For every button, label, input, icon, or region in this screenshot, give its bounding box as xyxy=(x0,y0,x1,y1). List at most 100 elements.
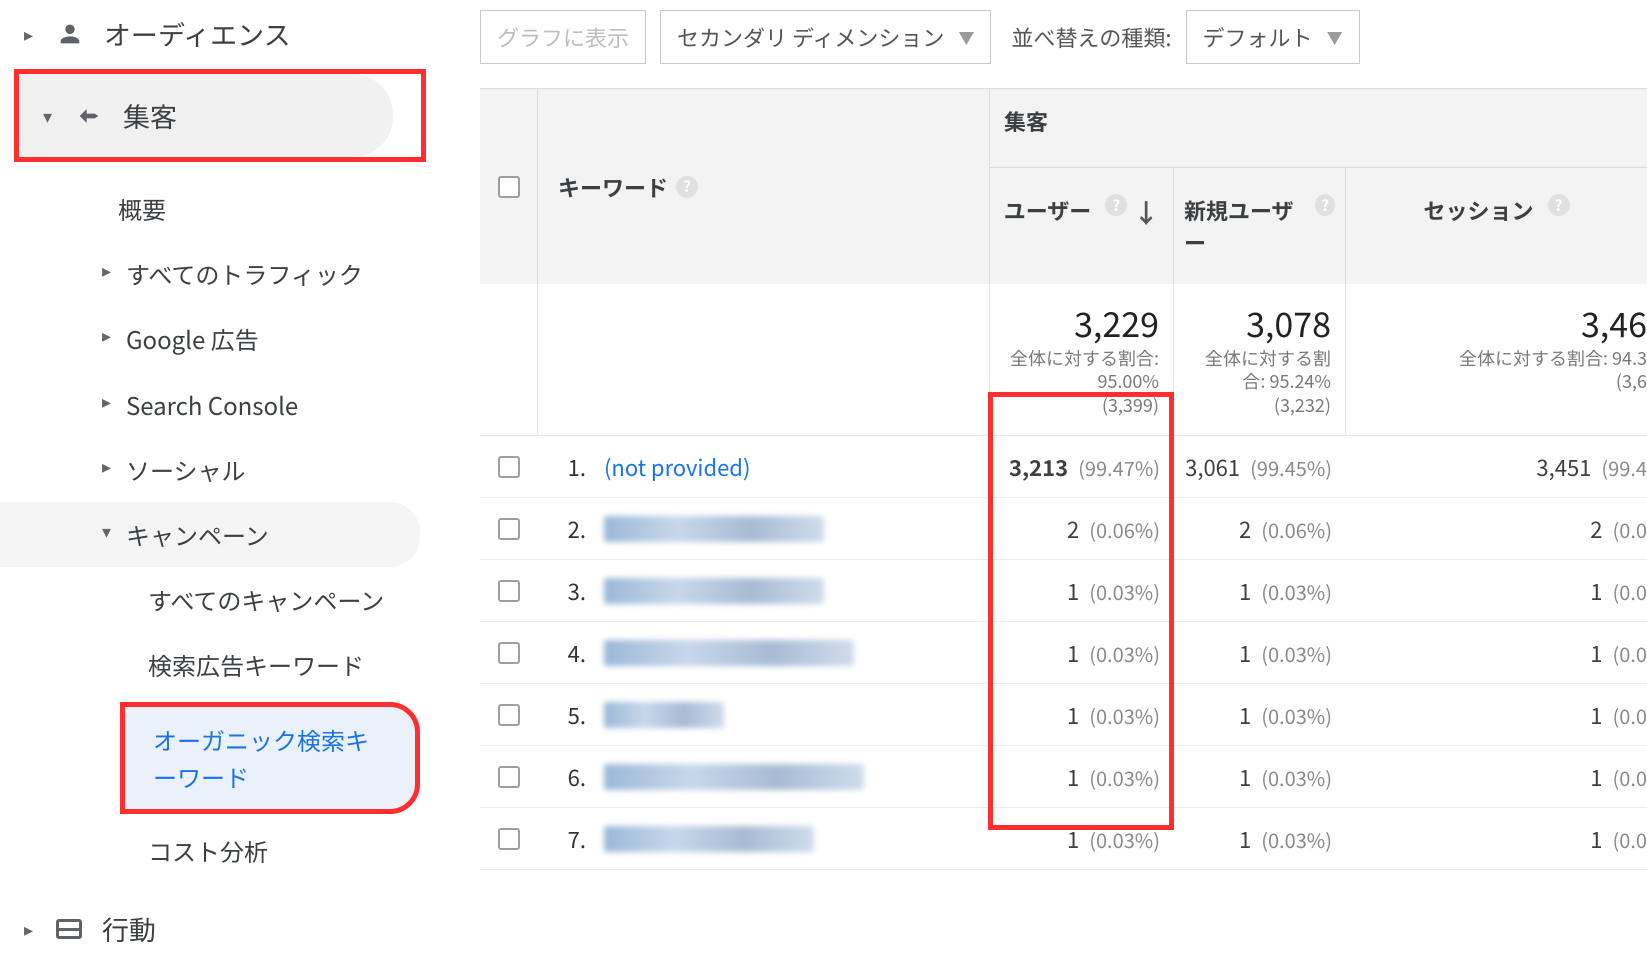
row-checkbox[interactable] xyxy=(498,642,520,664)
table-row: 7.1(0.03%)1(0.03%)1(0.0 xyxy=(480,808,1647,870)
sidebar: ▸ オーディエンス ▾ 集客 概要 すべてのトラフィック Google 広告 S… xyxy=(0,0,440,959)
plot-rows-button[interactable]: グラフに表示 xyxy=(480,10,646,64)
column-users[interactable]: ユーザー ? ↓ xyxy=(990,168,1174,284)
metric-value: 1 xyxy=(1239,575,1251,607)
sidebar-item-cost-analysis[interactable]: コスト分析 xyxy=(0,818,440,883)
metric-new: 1(0.03%) xyxy=(1174,761,1346,793)
metric-new: 1 (0.03%) xyxy=(1174,575,1346,607)
row-checkbox[interactable] xyxy=(498,704,520,726)
row-checkbox[interactable] xyxy=(498,828,520,850)
plot-rows-label: グラフに表示 xyxy=(497,21,629,53)
keyword-link[interactable]: (not provided) xyxy=(604,451,750,483)
metric-value: 1 xyxy=(1590,637,1602,669)
metric-value: 1 xyxy=(1067,575,1079,607)
sidebar-audience-label: オーディエンス xyxy=(104,14,291,53)
metric-new: 1(0.03%) xyxy=(1174,823,1346,855)
info-icon[interactable]: ? xyxy=(1315,194,1335,216)
chevron-right-icon: ▸ xyxy=(24,916,36,942)
metric-value: 1 xyxy=(1239,699,1251,731)
column-sessions[interactable]: セッション ? xyxy=(1346,168,1647,284)
sidebar-item-all-campaigns[interactable]: すべてのキャンペーン xyxy=(0,567,440,632)
metric-users: 1(0.03%) xyxy=(990,637,1174,669)
sidebar-acquisition-label: 集客 xyxy=(123,96,177,135)
column-new-users[interactable]: 新規ユーザー ? xyxy=(1174,168,1346,284)
metric-session: 1(0.0 xyxy=(1346,823,1647,855)
sidebar-item-behavior[interactable]: ▸ 行動 xyxy=(0,883,440,958)
metric-session: 3,451(99.4 xyxy=(1346,451,1647,483)
row-checkbox[interactable] xyxy=(498,580,520,602)
acquisition-subnav: 概要 すべてのトラフィック Google 広告 Search Console ソ… xyxy=(0,162,440,883)
sort-type-dropdown[interactable]: デフォルト ▼ xyxy=(1186,10,1360,64)
summary-row: 3,229 全体に対する割合: 95.00% (3,399) 3,078 全体に… xyxy=(480,284,1647,436)
sidebar-item-paid-keywords[interactable]: 検索広告キーワード xyxy=(0,632,440,697)
summary-sessions: 3,46 全体に対する割合: 94.3 (3,6 xyxy=(1346,284,1647,435)
keyword-cell: 6. xyxy=(538,761,990,793)
info-icon[interactable]: ? xyxy=(1548,194,1570,216)
sidebar-item-social[interactable]: ソーシャル xyxy=(0,437,440,502)
metric-value: 2 xyxy=(1067,513,1079,545)
row-checkbox[interactable] xyxy=(498,518,520,540)
metric-percent: (0.06%) xyxy=(1089,515,1160,544)
metric-percent: (0.0 xyxy=(1612,701,1647,730)
keyword-cell: 2. xyxy=(538,513,990,545)
summary-new-sub1: 全体に対する割合: 95.24% xyxy=(1184,347,1331,394)
sidebar-behavior-label: 行動 xyxy=(102,909,156,948)
row-checkbox[interactable] xyxy=(498,766,520,788)
metric-session: 2(0.0 xyxy=(1346,513,1647,545)
metric-percent: (0.03%) xyxy=(1089,763,1160,792)
sidebar-item-all-traffic[interactable]: すべてのトラフィック xyxy=(0,241,440,306)
row-number: 7. xyxy=(558,823,586,855)
column-keyword[interactable]: キーワード ? xyxy=(538,89,990,284)
sidebar-item-acquisition[interactable]: ▾ 集客 xyxy=(19,74,393,157)
metric-percent: (0.03%) xyxy=(1261,577,1332,606)
sort-default-label: デフォルト xyxy=(1203,21,1313,53)
metric-value: 2 xyxy=(1590,513,1602,545)
metric-percent: (0.0 xyxy=(1612,577,1647,606)
row-number: 1. xyxy=(558,451,586,483)
secondary-dimension-dropdown[interactable]: セカンダリ ディメンション ▼ xyxy=(660,10,991,64)
metric-value: 3,451 xyxy=(1536,451,1591,483)
metric-percent: (0.0 xyxy=(1612,763,1647,792)
metric-new: 1 (0.03%) xyxy=(1174,637,1346,669)
metric-value: 1 xyxy=(1239,637,1251,669)
table-body: 1.(not provided)3,213(99.47%)3,061(99.45… xyxy=(480,436,1647,870)
metric-value: 1 xyxy=(1067,699,1079,731)
select-all-checkbox[interactable] xyxy=(498,176,520,198)
row-checkbox[interactable] xyxy=(498,456,520,478)
sidebar-item-campaign[interactable]: キャンペーン xyxy=(0,502,420,567)
chevron-right-icon: ▸ xyxy=(24,21,36,47)
metric-value: 3,213 xyxy=(1009,451,1068,483)
info-icon[interactable]: ? xyxy=(1105,194,1127,216)
metric-percent: (0.0 xyxy=(1612,639,1647,668)
metric-percent: (0.03%) xyxy=(1261,639,1332,668)
keyword-cell: 4. xyxy=(538,637,990,669)
table-toolbar: グラフに表示 セカンダリ ディメンション ▼ 並べ替えの種類: デフォルト ▼ xyxy=(480,10,1647,64)
redacted-keyword xyxy=(604,702,724,728)
metric-value: 1 xyxy=(1590,761,1602,793)
summary-users-value: 3,229 xyxy=(1000,298,1159,347)
keyword-header-label: キーワード xyxy=(558,171,668,203)
metric-value: 1 xyxy=(1067,823,1079,855)
metric-percent: (0.03%) xyxy=(1089,577,1160,606)
summary-users-sub1: 全体に対する割合: 95.00% xyxy=(1000,347,1159,394)
metric-value: 1 xyxy=(1067,761,1079,793)
summary-new-users: 3,078 全体に対する割合: 95.24% (3,232) xyxy=(1174,284,1346,435)
summary-new-sub2: (3,232) xyxy=(1184,394,1331,417)
metric-new: 3,061(99.45%) xyxy=(1174,451,1346,483)
chevron-down-icon: ▼ xyxy=(958,25,974,49)
metric-value: 2 xyxy=(1239,513,1251,545)
main-content: グラフに表示 セカンダリ ディメンション ▼ 並べ替えの種類: デフォルト ▼ … xyxy=(440,0,1647,959)
metric-session: 1 (0.0 xyxy=(1346,761,1647,793)
redacted-keyword xyxy=(604,640,854,666)
sidebar-item-overview[interactable]: 概要 xyxy=(0,176,440,241)
keyword-cell: 7. xyxy=(538,823,990,855)
metric-users: 1(0.03%) xyxy=(990,823,1174,855)
sidebar-item-google-ads[interactable]: Google 広告 xyxy=(0,306,440,371)
sidebar-item-organic-keywords[interactable]: オーガニック検索キーワード xyxy=(120,702,420,814)
sort-descending-icon: ↓ xyxy=(1133,194,1159,231)
summary-session-sub2: (3,6 xyxy=(1356,370,1647,393)
info-icon[interactable]: ? xyxy=(676,176,698,198)
row-number: 4. xyxy=(558,637,586,669)
sidebar-item-search-console[interactable]: Search Console xyxy=(0,372,440,437)
sidebar-item-audience[interactable]: ▸ オーディエンス xyxy=(0,6,440,69)
